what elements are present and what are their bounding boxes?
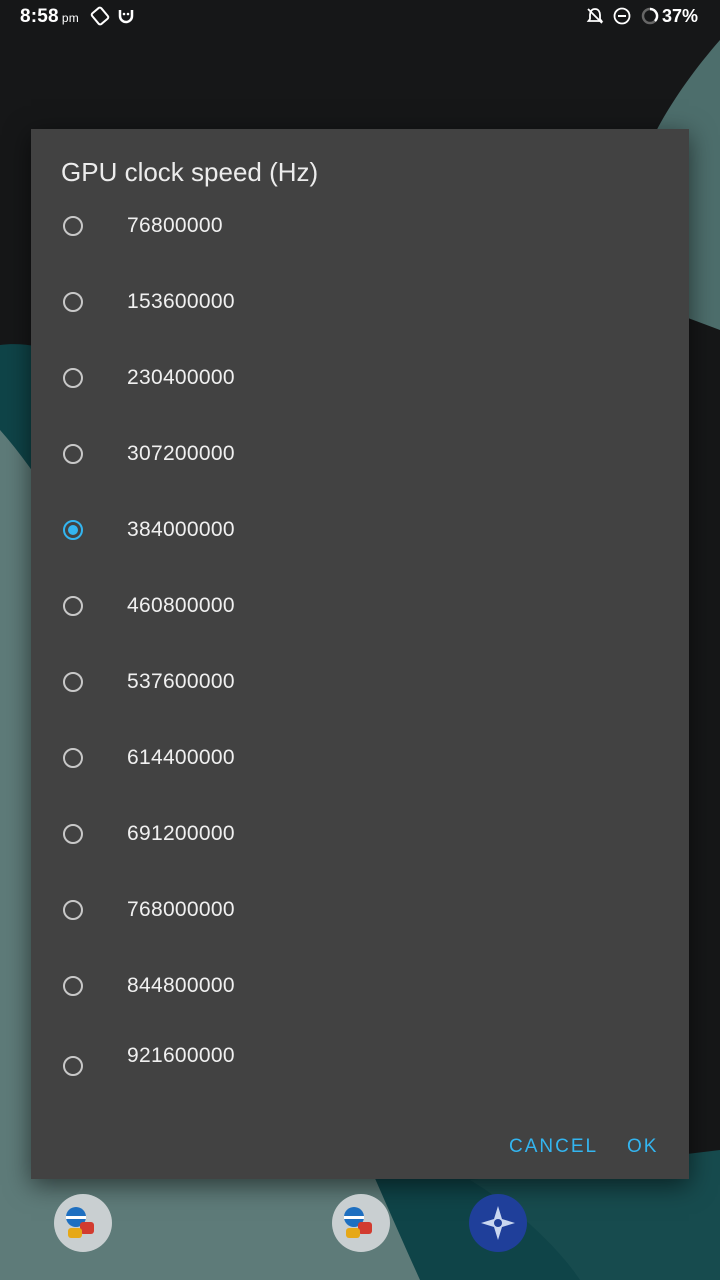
option-label: 460800000 (127, 594, 235, 617)
app-icon-1[interactable] (54, 1194, 112, 1252)
option-label: 844800000 (127, 974, 235, 997)
option-row[interactable]: 384000000 (31, 494, 689, 570)
option-label: 537600000 (127, 670, 235, 693)
ok-button[interactable]: OK (627, 1136, 658, 1158)
option-label: 230400000 (127, 366, 235, 389)
screen-rotation-icon (90, 6, 110, 26)
gpu-clock-dialog: GPU clock speed (Hz) 76800000 153600000 23… (31, 129, 689, 1179)
face-icon (116, 6, 136, 26)
option-label: 768000000 (127, 898, 235, 921)
option-label: 614400000 (127, 746, 235, 769)
option-row[interactable]: 844800000 (31, 950, 689, 1026)
option-row[interactable]: 691200000 (31, 798, 689, 874)
radio-button[interactable] (63, 900, 83, 920)
option-row[interactable]: 614400000 (31, 722, 689, 798)
radio-button[interactable] (63, 672, 83, 692)
option-row[interactable]: 307200000 (31, 418, 689, 494)
radio-button[interactable] (63, 976, 83, 996)
do-not-disturb-icon (612, 6, 632, 26)
option-row[interactable]: 460800000 (31, 570, 689, 646)
radio-button[interactable] (63, 824, 83, 844)
option-row[interactable]: 230400000 (31, 342, 689, 418)
radio-button[interactable] (63, 292, 83, 312)
option-row[interactable]: 76800000 (31, 190, 689, 266)
status-bar: 8:58 pm 37% (0, 0, 720, 34)
battery-icon (640, 6, 660, 26)
radio-button-checked[interactable] (63, 520, 83, 540)
option-row[interactable]: 153600000 (31, 266, 689, 342)
option-row[interactable]: 921600000 (31, 1030, 689, 1106)
option-label: 307200000 (127, 442, 235, 465)
ampm-text: pm (61, 11, 79, 25)
option-label: 153600000 (127, 290, 235, 313)
cancel-button[interactable]: CANCEL (509, 1136, 598, 1158)
option-row[interactable]: 768000000 (31, 874, 689, 950)
app-icon-2[interactable] (332, 1194, 390, 1252)
option-label: 921600000 (127, 1044, 235, 1067)
notifications-off-icon (585, 6, 605, 26)
radio-button[interactable] (63, 368, 83, 388)
radio-button[interactable] (63, 444, 83, 464)
option-label: 691200000 (127, 822, 235, 845)
dialog-title: GPU clock speed (Hz) (61, 157, 319, 187)
compass-app-icon[interactable] (469, 1194, 527, 1252)
radio-button[interactable] (63, 216, 83, 236)
status-time: 8:58 pm (20, 6, 79, 28)
radio-button[interactable] (63, 1056, 83, 1076)
radio-button[interactable] (63, 748, 83, 768)
radio-button[interactable] (63, 596, 83, 616)
battery-percent: 37% (661, 6, 698, 26)
option-label: 384000000 (127, 518, 235, 541)
option-row[interactable]: 537600000 (31, 646, 689, 722)
option-label: 76800000 (127, 214, 223, 237)
time-text: 8:58 (20, 6, 59, 27)
